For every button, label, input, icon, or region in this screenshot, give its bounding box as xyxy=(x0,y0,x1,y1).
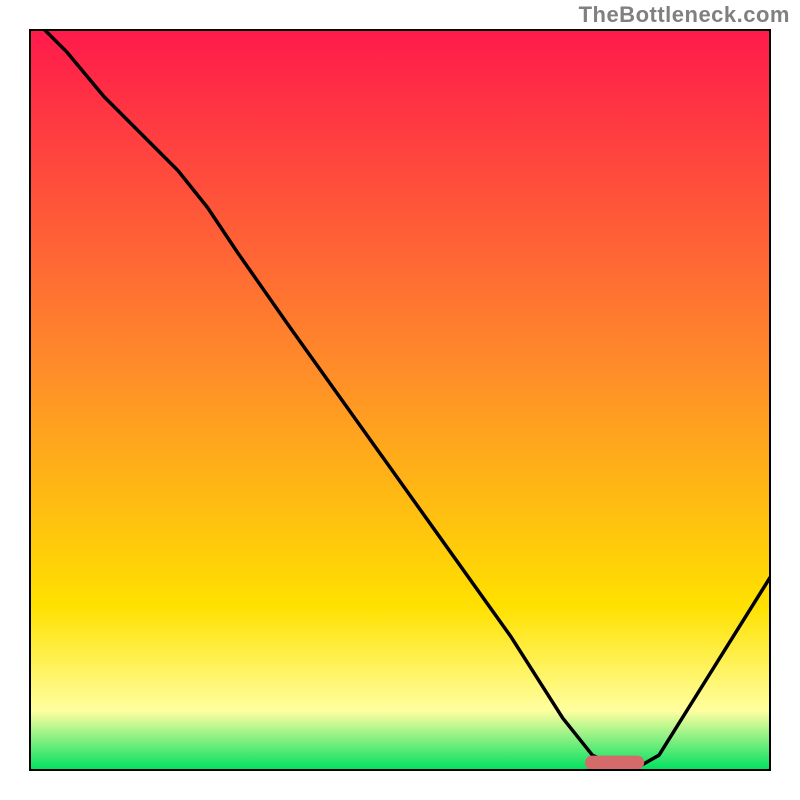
chart-stage: TheBottleneck.com xyxy=(0,0,800,800)
bottleneck-chart xyxy=(0,0,800,800)
watermark-text: TheBottleneck.com xyxy=(579,2,790,28)
gradient-background xyxy=(30,30,770,770)
optimal-range-marker xyxy=(585,756,644,770)
